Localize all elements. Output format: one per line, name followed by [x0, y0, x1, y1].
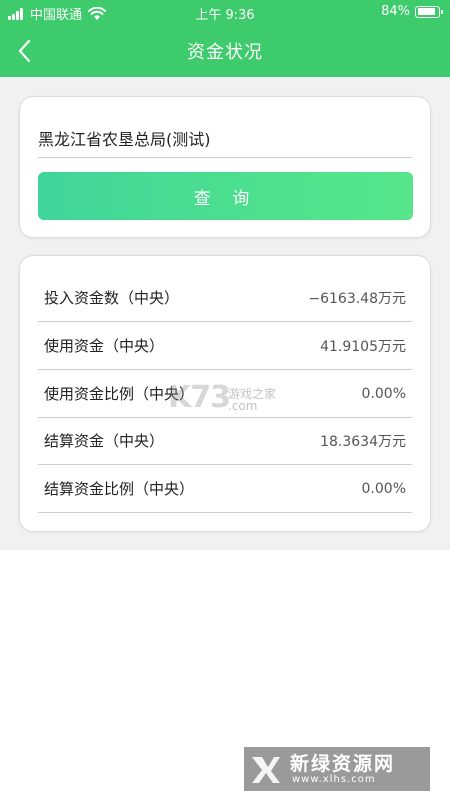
- xlhs-watermark: 新绿资源网 www.xlhs.com: [244, 747, 430, 791]
- unit-select-field[interactable]: 黑龙江省农垦总局(测试): [38, 121, 412, 158]
- battery-icon: [415, 5, 443, 18]
- battery-percentage: 84%: [381, 4, 410, 19]
- result-value: −6163.48万元: [308, 290, 406, 307]
- result-label: 结算资金比例（中央）: [44, 480, 195, 498]
- xlhs-logo-icon: [252, 757, 280, 783]
- result-row: 结算资金（中央） 18.3634万元: [38, 417, 412, 465]
- result-label: 使用资金比例（中央）: [44, 385, 195, 403]
- result-value: 18.3634万元: [320, 433, 406, 450]
- result-row: 投入资金数（中央） −6163.48万元: [38, 274, 412, 322]
- xlhs-url: www.xlhs.com: [292, 774, 376, 785]
- app-header: 中国联通 上午 9:36 84% 资金状况: [0, 0, 450, 77]
- result-label: 结算资金（中央）: [44, 432, 165, 450]
- page-title: 资金状况: [187, 42, 263, 63]
- result-value: 41.9105万元: [320, 338, 406, 355]
- nav-bar: 资金状况: [0, 26, 450, 74]
- query-button[interactable]: 查 询: [38, 172, 413, 220]
- result-value: 0.00%: [361, 480, 406, 497]
- query-card: 黑龙江省农垦总局(测试) 查 询: [19, 96, 431, 238]
- result-row: 结算资金比例（中央） 0.00%: [38, 465, 412, 513]
- status-bar: 中国联通 上午 9:36 84%: [0, 0, 450, 24]
- status-right: 84%: [381, 4, 443, 19]
- results-card: 投入资金数（中央） −6163.48万元 使用资金（中央） 41.9105万元 …: [19, 255, 431, 532]
- result-row: 使用资金（中央） 41.9105万元: [38, 322, 412, 370]
- result-value: 0.00%: [361, 385, 406, 402]
- xlhs-title: 新绿资源网: [290, 753, 396, 775]
- result-label: 投入资金数（中央）: [44, 289, 180, 307]
- result-row: 使用资金比例（中央） 0.00%: [38, 370, 412, 418]
- result-label: 使用资金（中央）: [44, 337, 165, 355]
